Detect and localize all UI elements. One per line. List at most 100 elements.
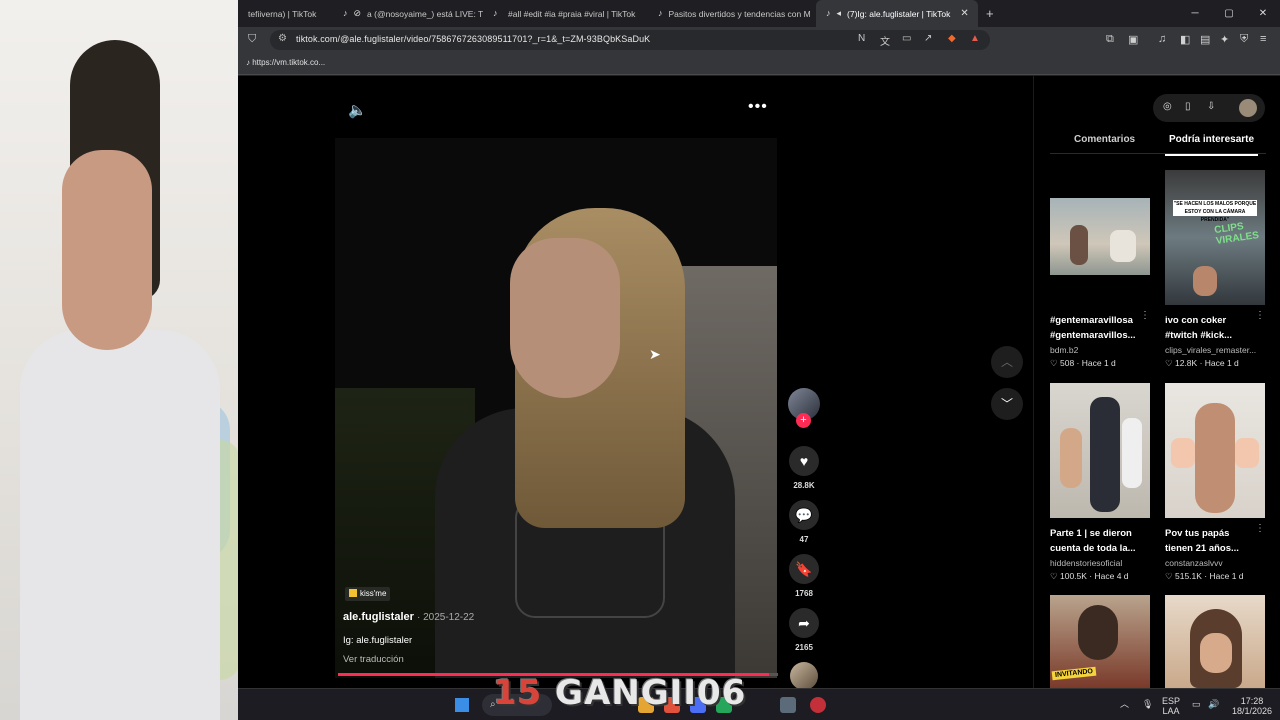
music-icon[interactable]: ♫ xyxy=(1158,33,1166,45)
tiktok-icon: ♪ xyxy=(493,8,498,18)
card-age: Hace 1 d xyxy=(1209,571,1244,581)
suggested-video-card[interactable]: Parte 1 | se dieron cuenta de toda la...… xyxy=(1050,383,1150,582)
translate-link[interactable]: Ver traducción xyxy=(343,654,404,665)
wifi-icon[interactable]: ▭ xyxy=(1192,699,1201,709)
card-user[interactable]: clips_virales_remaster... xyxy=(1165,345,1265,355)
microphone-icon[interactable]: 🎙 xyxy=(1142,699,1153,709)
screenshot-icon[interactable]: ▣ xyxy=(1128,33,1138,46)
translate-icon[interactable]: 文 xyxy=(880,33,890,48)
tab-3[interactable]: ♪ Pasitos divertidos y tendencias con M xyxy=(648,0,816,27)
site-info-icon[interactable]: ⚙ xyxy=(278,33,287,44)
tab-suggestions[interactable]: Podría interesarte xyxy=(1164,134,1259,156)
close-window-button[interactable]: ✕ xyxy=(1246,0,1280,27)
address-bar[interactable]: ⚙ tiktok.com/@ale.fuglistaler/video/7586… xyxy=(270,30,990,50)
suggested-video-card[interactable]: Pov tus papás tienen 21 años... ⋮ consta… xyxy=(1165,383,1265,582)
volume-icon[interactable]: 🔈 xyxy=(348,101,367,119)
suggested-video-card[interactable]: #gentemaravillosa #gentemaravillos... ⋮ … xyxy=(1050,170,1150,369)
language-indicator[interactable]: ESP LAA xyxy=(1162,696,1180,716)
suggested-video-card[interactable]: "SE HACEN LOS MALOS PORQUE ESTOY CON LA … xyxy=(1165,170,1265,369)
card-age: Hace 1 d xyxy=(1204,358,1239,368)
tab-2[interactable]: ♪ #all #edit #ia #praia #viral | TikTok xyxy=(483,0,648,27)
tray-chevron-icon[interactable]: ︿ xyxy=(1120,699,1129,709)
vpn-icon[interactable]: ⛨ xyxy=(1240,33,1248,46)
card-title[interactable]: ivo con coker #twitch #kick... xyxy=(1165,313,1257,343)
video-thumbnail[interactable]: INVITANDO xyxy=(1050,595,1150,688)
comment-button[interactable]: 💬 xyxy=(789,500,819,530)
author-avatar[interactable]: + xyxy=(788,388,820,428)
card-more-icon[interactable]: ⋮ xyxy=(1255,310,1265,321)
card-title[interactable]: Parte 1 | se dieron cuenta de toda la... xyxy=(1050,526,1142,556)
menu-icon[interactable]: ≡ xyxy=(1260,33,1266,45)
video-author[interactable]: ale.fuglistaler · 2025-12-22 xyxy=(343,611,474,623)
video-player[interactable] xyxy=(335,138,777,678)
chevron-up-icon: ︿ xyxy=(1000,355,1013,369)
clock-date: 18/1/2026 xyxy=(1232,706,1273,716)
share-arrow-icon: ➦ xyxy=(798,615,810,631)
card-user[interactable]: bdm.b2 xyxy=(1050,345,1150,355)
device-icon[interactable]: ▯ xyxy=(1185,101,1191,112)
settings-icon[interactable] xyxy=(780,697,796,713)
card-user[interactable]: hiddenstoriesoficial xyxy=(1050,558,1150,568)
card-likes: 508 xyxy=(1059,358,1075,368)
tab-label: Pasitos divertidos y tendencias con M xyxy=(668,8,811,19)
volume-tray-icon[interactable]: 🔊 xyxy=(1208,699,1219,709)
tab-label: tefiiverna) | TikTok xyxy=(248,8,317,19)
card-title[interactable]: #gentemaravillosa #gentemaravillos... xyxy=(1050,313,1142,343)
leo-ai-icon[interactable]: ✦ xyxy=(1220,33,1229,46)
music-sticker[interactable]: kiss'me xyxy=(345,587,391,601)
more-options-icon[interactable]: ••• xyxy=(748,98,768,116)
maximize-button[interactable]: ▢ xyxy=(1212,0,1246,27)
next-video-button[interactable]: ﹀ xyxy=(991,388,1023,420)
card-meta: ♡ 12.8K · Hace 1 d xyxy=(1165,358,1239,368)
bookmark-icon[interactable]: ⛉ xyxy=(248,33,256,46)
video-thumbnail[interactable]: "SE HACEN LOS MALOS PORQUE ESTOY CON LA … xyxy=(1165,170,1265,305)
mute-icon: ⊘ xyxy=(353,8,362,18)
tab-comments[interactable]: Comentarios xyxy=(1074,134,1135,145)
suggested-video-card[interactable] xyxy=(1165,595,1265,688)
card-user[interactable]: constanzaslvvv xyxy=(1165,558,1265,568)
taskbar: ⌕ 15 GANGII06 ︿ ESP LAA 🎙 ▭ 🔊 17:28 18/1/2… xyxy=(238,673,1280,720)
tab-active[interactable]: ♪ ◂ (7)Ig: ale.fuglistaler | TikTok ✕ xyxy=(816,0,978,27)
brave-shield-icon[interactable]: ◆ xyxy=(948,33,956,44)
new-tab-button[interactable]: + xyxy=(986,6,994,21)
sidebar-icon[interactable]: ◧ xyxy=(1180,33,1190,46)
taskbar-app-icon[interactable] xyxy=(810,697,826,713)
url-text[interactable]: tiktok.com/@ale.fuglistaler/video/758676… xyxy=(296,34,650,44)
chevron-down-icon: ﹀ xyxy=(1000,397,1013,411)
video-thumbnail[interactable] xyxy=(1165,595,1265,688)
video-thumbnail[interactable] xyxy=(1165,383,1265,518)
close-tab-icon[interactable]: ✕ xyxy=(960,8,968,19)
previous-video-button[interactable]: ︿ xyxy=(991,346,1023,378)
explore-icon[interactable]: ◎ xyxy=(1163,101,1172,112)
extensions-icon[interactable]: ⧉ xyxy=(1106,33,1114,46)
thumbnail-overlay-text: "SE HACEN LOS MALOS PORQUE ESTOY CON LA … xyxy=(1173,200,1257,223)
minimize-button[interactable]: ─ xyxy=(1178,0,1212,27)
tiktok-icon: ♪ xyxy=(658,8,663,18)
profile-avatar[interactable] xyxy=(1239,99,1257,117)
card-more-icon[interactable]: ⋮ xyxy=(1140,310,1150,321)
share-icon[interactable]: ↗ xyxy=(924,33,932,44)
cast-icon[interactable]: ▭ xyxy=(902,33,911,44)
suggested-video-card[interactable]: INVITANDO xyxy=(1050,595,1150,688)
save-button[interactable]: 🔖 xyxy=(789,554,819,584)
music-disc-icon[interactable] xyxy=(790,662,818,690)
tab-1[interactable]: ♪ ⊘ a (@nosoyaime_) está LIVE: TikTok xyxy=(333,0,483,27)
windows-start-icon[interactable] xyxy=(455,698,469,712)
download-icon[interactable]: ⇩ xyxy=(1207,101,1215,112)
rewards-icon[interactable]: ▲ xyxy=(970,33,980,44)
video-thumbnail[interactable] xyxy=(1050,170,1150,305)
tab-0[interactable]: tefiiverna) | TikTok xyxy=(238,0,333,27)
no-translate-icon[interactable]: N xyxy=(858,33,865,44)
card-more-icon[interactable]: ⋮ xyxy=(1255,523,1265,534)
follow-button[interactable]: + xyxy=(796,413,811,428)
author-name[interactable]: ale.fuglistaler xyxy=(343,611,414,623)
video-thumbnail[interactable] xyxy=(1050,383,1150,518)
panel-tabs: Comentarios Podría interesarte xyxy=(1050,132,1266,156)
like-button[interactable]: ♥ xyxy=(789,446,819,476)
bookmark-item[interactable]: ♪ https://vm.tiktok.co... xyxy=(246,58,325,67)
share-button[interactable]: ➦ xyxy=(789,608,819,638)
bookmark-label: https://vm.tiktok.co... xyxy=(252,58,326,67)
wallet-icon[interactable]: ▤ xyxy=(1200,33,1210,46)
card-title[interactable]: Pov tus papás tienen 21 años... xyxy=(1165,526,1257,556)
clock[interactable]: 17:28 18/1/2026 xyxy=(1232,696,1272,716)
